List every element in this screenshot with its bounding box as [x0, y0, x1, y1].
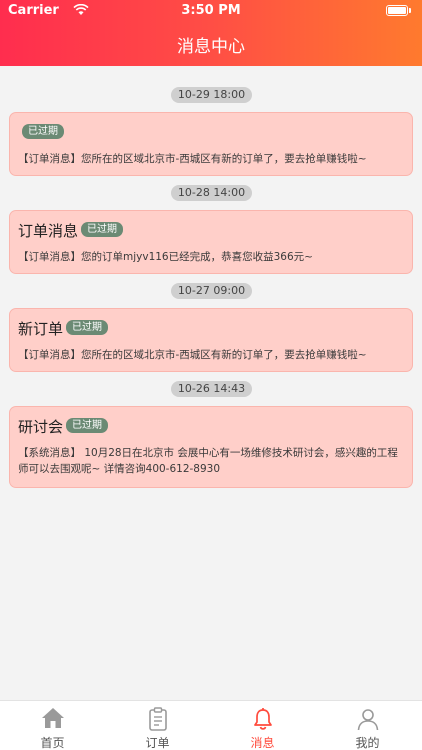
expired-badge: 已过期	[66, 418, 108, 433]
tab-bar: 首页 订单 消息 我的	[0, 700, 422, 750]
tab-home[interactable]: 首页	[0, 701, 105, 750]
tab-label: 消息	[250, 736, 275, 750]
tab-orders[interactable]: 订单	[105, 701, 210, 750]
battery-icon	[386, 5, 411, 16]
tab-messages[interactable]: 消息	[210, 701, 315, 750]
message-time-chip: 10-26 14:43	[171, 381, 252, 397]
message-card[interactable]: 订单消息 已过期 【订单消息】您的订单mjyv116已经完成，恭喜您收益366元…	[9, 210, 413, 274]
bell-icon	[254, 708, 272, 730]
message-card[interactable]: 已过期 【订单消息】您所在的区域北京市-西城区有新的订单了，要去抢单赚钱啦~	[9, 112, 413, 176]
expired-badge: 已过期	[81, 222, 123, 237]
page-title: 消息中心	[177, 37, 245, 57]
expired-badge: 已过期	[66, 320, 108, 335]
user-icon	[357, 709, 379, 731]
clipboard-icon	[149, 707, 167, 731]
tab-label: 我的	[355, 736, 380, 750]
message-body: 【系统消息】 10月28日在北京市 会展中心有一场维修技术研讨会，感兴趣的工程师…	[18, 447, 398, 475]
home-icon	[42, 708, 64, 728]
message-time-chip: 10-29 18:00	[171, 87, 252, 103]
status-time: 3:50 PM	[181, 3, 241, 18]
expired-badge: 已过期	[22, 124, 64, 139]
message-card[interactable]: 新订单 已过期 【订单消息】您所在的区域北京市-西城区有新的订单了，要去抢单赚钱…	[9, 308, 413, 372]
message-list[interactable]: 10-29 18:00 已过期 【订单消息】您所在的区域北京市-西城区有新的订单…	[0, 66, 422, 700]
status-bar: Carrier 3:50 PM	[0, 0, 422, 22]
message-title: 订单消息	[18, 222, 79, 240]
message-title: 研讨会	[18, 418, 64, 436]
tab-profile[interactable]: 我的	[315, 701, 420, 750]
message-card[interactable]: 研讨会 已过期 【系统消息】 10月28日在北京市 会展中心有一场维修技术研讨会…	[9, 406, 413, 488]
tab-label: 首页	[40, 736, 65, 750]
message-body: 【订单消息】您所在的区域北京市-西城区有新的订单了，要去抢单赚钱啦~	[18, 153, 367, 165]
message-body: 【订单消息】您所在的区域北京市-西城区有新的订单了，要去抢单赚钱啦~	[18, 349, 367, 361]
message-time-chip: 10-28 14:00	[171, 185, 252, 201]
message-time-chip: 10-27 09:00	[171, 283, 252, 299]
tab-label: 订单	[145, 736, 170, 750]
header-bar: Carrier 3:50 PM 消息中心	[0, 0, 422, 66]
message-title: 新订单	[18, 320, 64, 338]
message-body: 【订单消息】您的订单mjyv116已经完成，恭喜您收益366元~	[18, 251, 313, 263]
